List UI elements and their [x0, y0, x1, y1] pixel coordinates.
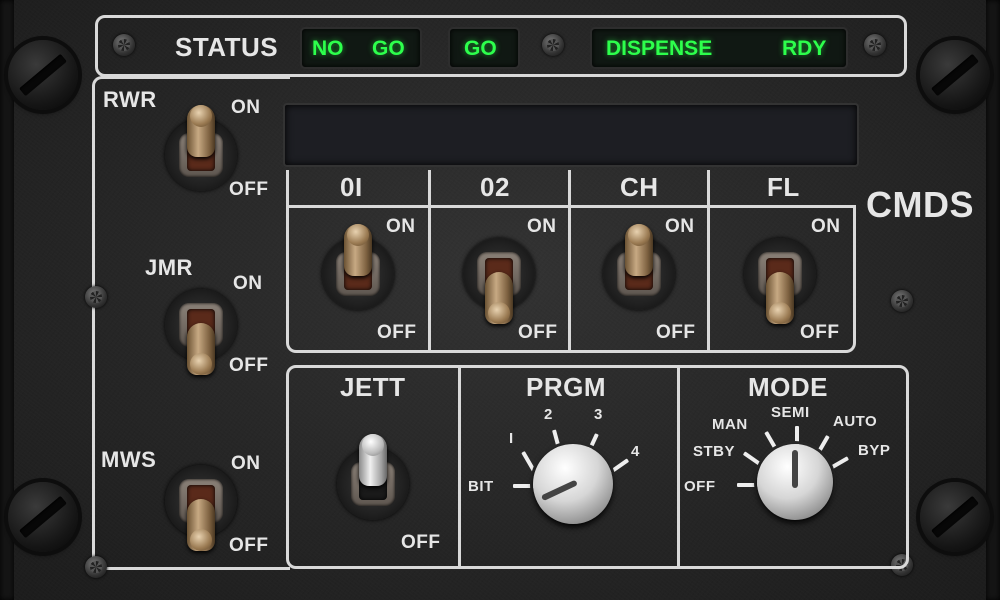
- divider: [428, 170, 431, 353]
- mounting-screw-icon: [920, 40, 990, 110]
- jett-off-label: OFF: [401, 532, 441, 553]
- prgm-pos-1: I: [509, 430, 514, 447]
- screw-icon: [85, 556, 107, 578]
- jmr-toggle-switch[interactable]: [165, 289, 237, 375]
- screw-icon: [864, 34, 886, 56]
- jett-label: JETT: [340, 372, 406, 402]
- status-lcd-go: GO: [448, 27, 520, 69]
- lcd-text: DISPENSE: [606, 37, 713, 60]
- mws-label: MWS: [101, 447, 157, 472]
- mounting-screw-icon: [8, 482, 78, 552]
- lcd-text: RDY: [782, 37, 827, 60]
- mode-label: MODE: [748, 372, 828, 402]
- mode-pos-man: MAN: [712, 416, 748, 433]
- knob-pointer: [540, 479, 578, 502]
- prgm-pos-4: 4: [631, 443, 640, 460]
- dispenser-02-toggle-switch[interactable]: [463, 238, 535, 324]
- rwr-toggle-switch[interactable]: [165, 105, 237, 191]
- status-lcd-no-go: NO GO: [300, 27, 422, 69]
- screw-icon: [113, 34, 135, 56]
- screw-icon: [891, 290, 913, 312]
- prgm-label: PRGM: [526, 372, 606, 402]
- divider: [286, 205, 856, 208]
- mounting-screw-icon: [8, 40, 78, 110]
- mode-pos-semi: SEMI: [771, 404, 810, 421]
- off-label: OFF: [800, 322, 840, 343]
- mounting-screw-icon: [920, 482, 990, 552]
- on-label: ON: [665, 216, 695, 237]
- dial-tick: [737, 483, 759, 487]
- left-switch-group: RWR ON OFF JMR ON OFF MWS ON OFF: [92, 76, 290, 570]
- divider: [458, 365, 461, 569]
- jmr-label: JMR: [145, 255, 193, 280]
- on-label: ON: [527, 216, 557, 237]
- dispenser-ch-toggle-switch[interactable]: [603, 224, 675, 310]
- cmds-panel: STATUS NO GO GO DISPENSE RDY RWR ON OFF …: [0, 0, 1000, 600]
- jettison-toggle-switch[interactable]: [337, 434, 409, 520]
- mws-toggle-switch[interactable]: [165, 465, 237, 551]
- panel-title: CMDS: [866, 184, 974, 225]
- dispenser-01-label: 0I: [340, 172, 363, 202]
- divider: [707, 170, 710, 353]
- mode-rotary-knob[interactable]: [757, 444, 833, 520]
- on-label: ON: [811, 216, 841, 237]
- dispenser-fl-toggle-switch[interactable]: [744, 238, 816, 324]
- screw-icon: [542, 34, 564, 56]
- switch-lever: [187, 499, 215, 551]
- switch-lever: [187, 105, 215, 157]
- status-lcd-dispense: DISPENSE RDY: [590, 27, 848, 69]
- divider: [568, 170, 571, 353]
- mode-pos-byp: BYP: [858, 442, 891, 459]
- lcd-text: GO: [464, 37, 497, 60]
- dispenser-01-toggle-switch[interactable]: [322, 224, 394, 310]
- divider: [677, 365, 680, 569]
- on-label: ON: [386, 216, 416, 237]
- prgm-pos-3: 3: [594, 406, 603, 423]
- screw-icon: [85, 286, 107, 308]
- rwr-label: RWR: [103, 87, 157, 112]
- dispenser-ch-label: CH: [620, 172, 659, 202]
- mode-pos-auto: AUTO: [833, 413, 878, 430]
- status-bar: STATUS NO GO GO DISPENSE RDY: [95, 15, 907, 77]
- switch-lever: [359, 434, 387, 486]
- switch-lever: [187, 323, 215, 375]
- switch-lever: [766, 272, 794, 324]
- prgm-pos-2: 2: [544, 406, 553, 423]
- status-label: STATUS: [175, 32, 279, 62]
- dispenser-02-label: 02: [480, 172, 510, 202]
- lcd-text: GO: [372, 37, 405, 60]
- off-label: OFF: [656, 322, 696, 343]
- switch-lever: [344, 224, 372, 276]
- prgm-rotary-knob[interactable]: [533, 444, 613, 524]
- switch-lever: [485, 272, 513, 324]
- knob-pointer: [792, 450, 798, 488]
- off-label: OFF: [518, 322, 558, 343]
- dispenser-fl-label: FL: [767, 172, 800, 202]
- dial-tick: [513, 484, 535, 488]
- jmr-on-label: ON: [233, 273, 263, 294]
- switch-lever: [625, 224, 653, 276]
- prgm-pos-bit: BIT: [468, 478, 494, 495]
- mode-pos-stby: STBY: [693, 443, 736, 460]
- display-window: [283, 103, 859, 167]
- mode-pos-off: OFF: [684, 478, 716, 495]
- mws-off-label: OFF: [229, 535, 269, 556]
- rwr-on-label: ON: [231, 97, 261, 118]
- off-label: OFF: [377, 322, 417, 343]
- divider: [286, 170, 289, 210]
- lcd-text: NO: [312, 37, 344, 60]
